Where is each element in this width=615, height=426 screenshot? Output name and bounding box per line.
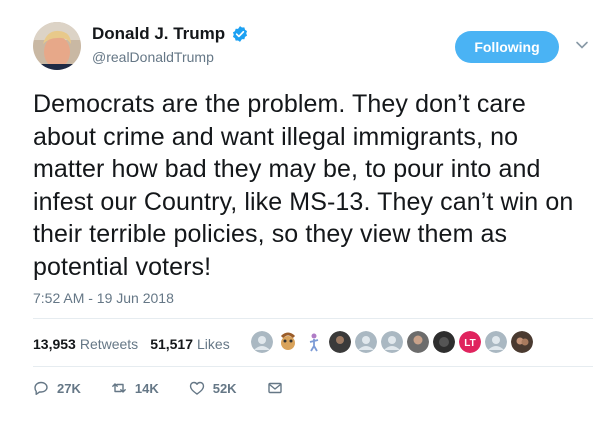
following-button[interactable]: Following bbox=[455, 31, 559, 63]
divider bbox=[33, 318, 593, 319]
divider bbox=[33, 366, 593, 367]
photo-avatar-icon[interactable] bbox=[433, 331, 455, 353]
photo-avatar-icon[interactable] bbox=[329, 331, 351, 353]
likes-label: Likes bbox=[197, 336, 230, 352]
liker-avatars: LT bbox=[251, 331, 537, 353]
svg-text:LT: LT bbox=[464, 338, 475, 349]
retweets-stat[interactable]: 13,953 Retweets bbox=[33, 336, 138, 352]
default-avatar-icon[interactable] bbox=[355, 331, 377, 353]
tweet-card: Donald J. Trump @realDonaldTrump Followi… bbox=[0, 0, 615, 426]
figure-avatar-icon[interactable] bbox=[303, 331, 325, 353]
tweet-stats: 13,953 Retweets 51,517 Likes bbox=[33, 336, 242, 352]
default-avatar-icon[interactable] bbox=[485, 331, 507, 353]
retweets-label: Retweets bbox=[79, 336, 139, 352]
tweet-actions: 27K 14K 52K bbox=[33, 380, 321, 396]
heart-icon bbox=[189, 381, 204, 395]
likes-stat[interactable]: 51,517 Likes bbox=[150, 336, 230, 352]
cartoon-avatar-icon[interactable] bbox=[277, 331, 299, 353]
like-button[interactable]: 52K bbox=[189, 380, 237, 396]
retweet-count: 14K bbox=[134, 380, 159, 396]
retweet-button[interactable]: 14K bbox=[111, 380, 159, 396]
verified-badge-icon bbox=[231, 25, 249, 43]
lt-logo-avatar-icon[interactable]: LT bbox=[459, 331, 481, 353]
retweet-icon bbox=[111, 383, 126, 393]
tweet-timestamp[interactable]: 7:52 AM - 19 Jun 2018 bbox=[33, 290, 174, 306]
default-avatar-icon[interactable] bbox=[381, 331, 403, 353]
like-count: 52K bbox=[212, 380, 237, 396]
reply-count: 27K bbox=[57, 380, 81, 396]
photo-avatar-icon[interactable] bbox=[407, 331, 429, 353]
direct-message-button[interactable] bbox=[267, 380, 291, 396]
reply-button[interactable]: 27K bbox=[33, 380, 81, 396]
likes-count: 51,517 bbox=[150, 336, 194, 352]
tweet-text: Democrats are the problem. They don’t ca… bbox=[33, 90, 574, 281]
chevron-down-icon[interactable] bbox=[575, 38, 589, 52]
photo-avatar-icon[interactable] bbox=[511, 331, 533, 353]
author-display-name[interactable]: Donald J. Trump bbox=[92, 24, 225, 44]
envelope-icon bbox=[267, 382, 282, 394]
author-handle[interactable]: @realDonaldTrump bbox=[92, 49, 214, 65]
default-avatar-icon[interactable] bbox=[251, 331, 273, 353]
author-avatar[interactable] bbox=[33, 22, 81, 70]
retweets-count: 13,953 bbox=[33, 336, 76, 352]
reply-icon bbox=[34, 381, 48, 395]
